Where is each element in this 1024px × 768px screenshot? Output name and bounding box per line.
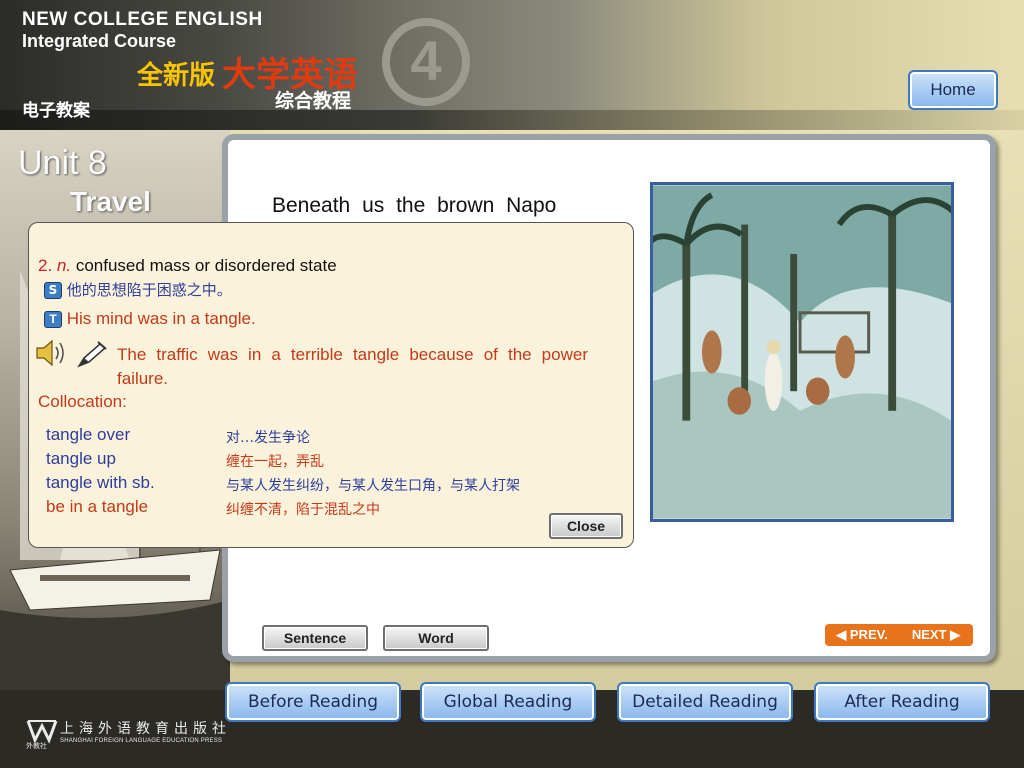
header-band [0,110,1024,130]
home-button[interactable]: Home [908,70,998,110]
example-sentence: The traffic was in a terrible tangle bec… [117,345,588,388]
speaker-icon[interactable] [34,338,70,368]
close-button[interactable]: Close [549,513,623,539]
title-chinese-sub: 综合教程 [275,90,352,112]
english-example-icon[interactable]: T [44,311,62,329]
chinese-example-icon[interactable]: S [44,282,62,299]
example-english-row: T His mind was in a tangle. [44,309,256,329]
example-english: His mind was in a tangle. [66,309,256,328]
publisher-short-name: 外教社 [26,742,47,750]
collocation-meaning: 对…发生争论 [226,430,310,446]
book-number-badge: 4 [382,18,470,106]
collocation-meaning: 与某人发生纠纷，与某人发生口角，与某人打架 [226,478,520,494]
prev-button[interactable]: ◀ PREV. [825,624,899,646]
publisher-name-chinese: 上海外语教育出版社 [60,721,231,737]
collocation-label: Collocation: [38,392,127,411]
tab-before-reading[interactable]: Before Reading [225,682,401,722]
unit-title: Travel [70,186,151,217]
collocation-phrase: be in a tangle [46,497,149,516]
tab-global-reading[interactable]: Global Reading [420,682,596,722]
title-chinese-edition: 全新版 [137,61,216,91]
sentence-button[interactable]: Sentence [262,625,368,651]
passage-text: Beneath us the brown Napo [272,194,557,217]
collocation-phrase: tangle over [46,425,131,444]
collocation-meaning: 缠在一起，弄乱 [226,454,324,470]
collocation-meaning: 纠缠不清，陷于混乱之中 [226,502,380,518]
word-button[interactable]: Word [383,625,489,651]
part-of-speech: n. [56,256,72,275]
definition-number: 2. [38,256,53,275]
tab-detailed-reading[interactable]: Detailed Reading [617,682,793,722]
unit-number: Unit 8 [18,144,107,182]
example-chinese-row: S 他的思想陷于困惑之中。 [44,279,232,300]
definition-text: confused mass or disordered state [75,256,337,275]
tab-after-reading[interactable]: After Reading [814,682,990,722]
courseware-label: 电子教案 [22,101,90,121]
definition-line: 2. n. confused mass or disordered state [38,256,337,276]
collocation-phrase: tangle up [46,449,116,468]
jungle-illustration [650,182,954,522]
title-english-line2: Integrated Course [22,31,177,51]
example-chinese: 他的思想陷于困惑之中。 [66,281,232,299]
collocation-phrase: tangle with sb. [46,473,155,492]
next-button[interactable]: NEXT ▶ [899,624,973,646]
pen-icon [77,341,107,368]
title-english-line1: NEW COLLEGE ENGLISH [22,9,263,30]
publisher-name-english: SHANGHAI FOREIGN LANGUAGE EDUCATION PRES… [60,738,223,744]
